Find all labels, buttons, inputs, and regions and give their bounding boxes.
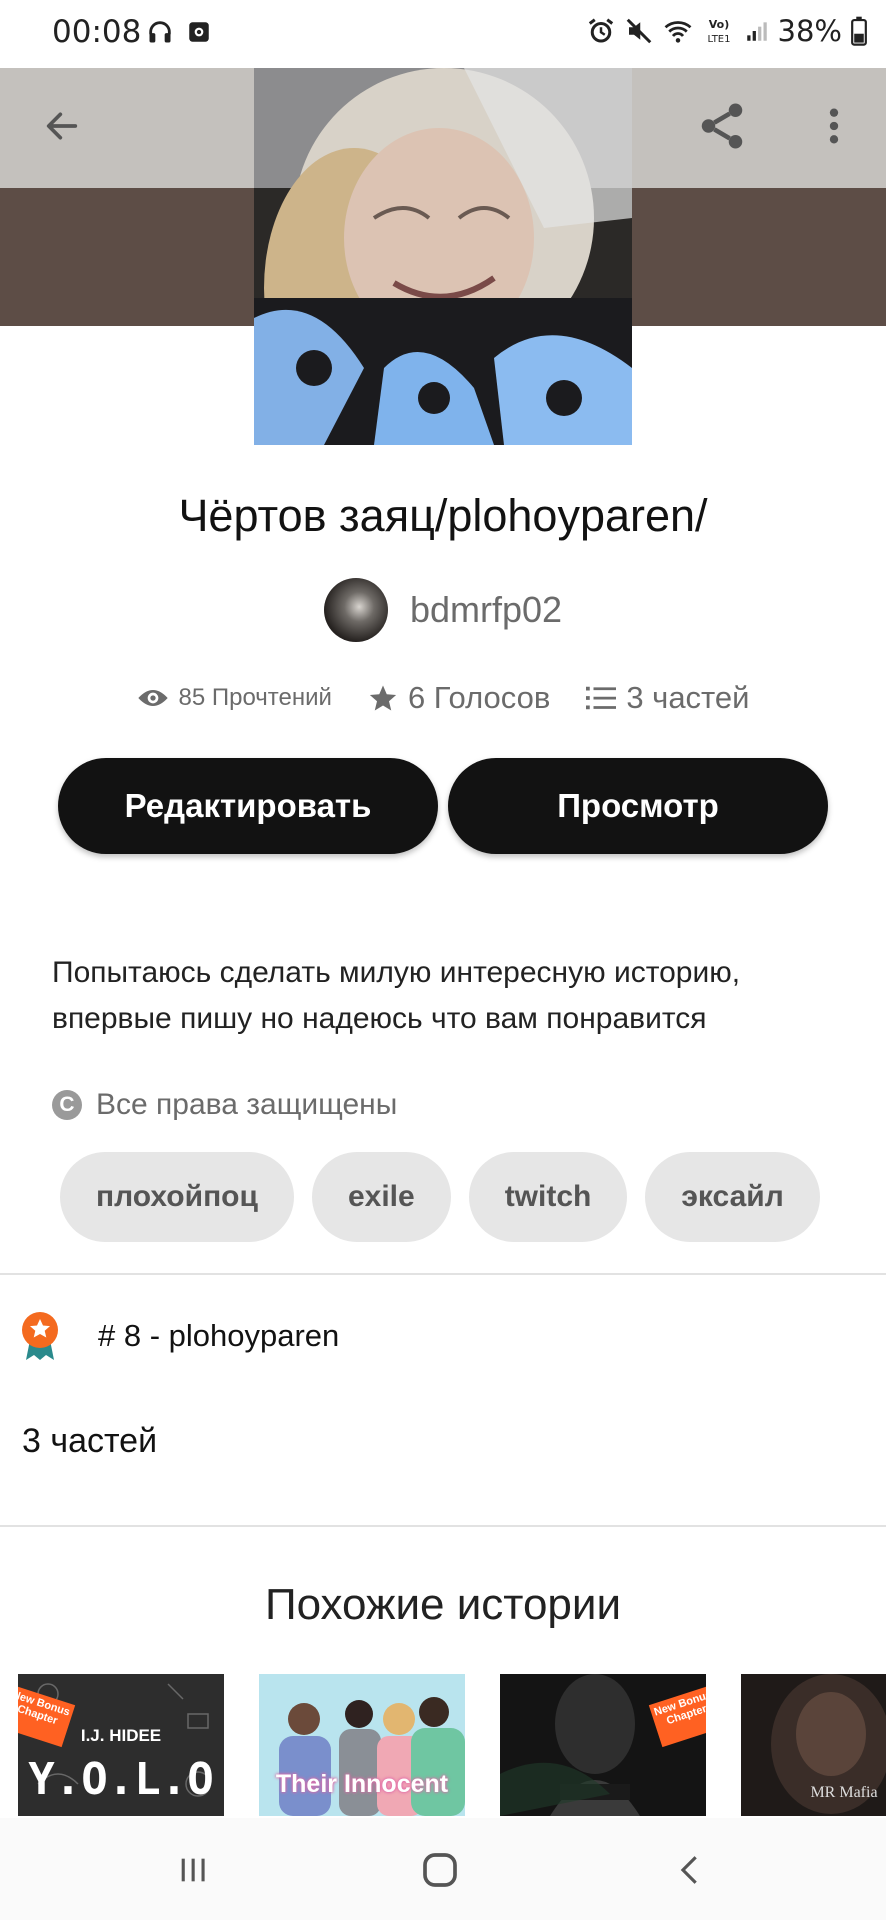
- media-icon: [189, 22, 209, 42]
- home-icon: [423, 1853, 457, 1887]
- book-title: Y.O.L.O: [28, 1754, 214, 1805]
- arrow-left-icon: [46, 112, 78, 140]
- list-icon: [586, 686, 617, 710]
- status-time: 00:08: [52, 14, 142, 50]
- headphones-icon: [149, 21, 171, 43]
- author-avatar[interactable]: [323, 578, 388, 642]
- signal-icon: [746, 22, 767, 41]
- back-nav-button[interactable]: [660, 1840, 720, 1900]
- similar-stories-heading: Похожие истории: [264, 1580, 622, 1629]
- ranking-text: # 8 - plohoyparen: [98, 1318, 340, 1353]
- wifi-icon: [664, 21, 691, 43]
- star-icon: [369, 685, 397, 711]
- parts-count-stat: 3 частей: [626, 680, 750, 715]
- similar-story-card[interactable]: I.J. HIDEE Y.O.L.O New Bonus Chapter: [18, 1674, 224, 1816]
- parts-section-label[interactable]: 3 частей: [22, 1422, 157, 1461]
- home-button[interactable]: [410, 1840, 470, 1900]
- share-icon: [701, 103, 743, 149]
- system-navigation-bar: [0, 1818, 886, 1920]
- eye-icon: [137, 690, 168, 706]
- battery-icon: [851, 16, 867, 46]
- tag-chip[interactable]: exile: [311, 1152, 451, 1242]
- ranking-badge-icon: [22, 1312, 58, 1360]
- action-buttons: Редактировать Просмотр: [58, 758, 828, 854]
- divider: [0, 1273, 886, 1275]
- copyright-row: C Все права защищены: [52, 1088, 397, 1122]
- author-row[interactable]: bdmrfp02: [0, 578, 886, 642]
- reads-stat: 85 Прочтений: [137, 684, 332, 712]
- similar-stories-list: I.J. HIDEE Y.O.L.O New Bonus Chapter The…: [18, 1674, 886, 1816]
- status-bar: 00:08 Vo) LTE1 38%: [0, 0, 886, 68]
- divider: [0, 1525, 886, 1527]
- story-stats: 85 Прочтений 6 Голосов 3 частей: [0, 680, 886, 716]
- svg-text:LTE1: LTE1: [707, 34, 730, 45]
- book-title: Their Innocent: [275, 1770, 449, 1798]
- svg-text:Vo): Vo): [708, 18, 729, 31]
- recent-apps-button[interactable]: [163, 1840, 223, 1900]
- story-title: Чёртов заяц/plohoyparen/: [178, 490, 708, 541]
- more-options-button[interactable]: [810, 100, 858, 152]
- preview-button[interactable]: Просмотр: [448, 758, 828, 854]
- parts-stat: 3 частей: [586, 680, 749, 716]
- battery-percent: 38%: [777, 14, 842, 48]
- similar-story-card[interactable]: MR Mafia: [741, 1674, 886, 1816]
- tag-list: плохойпоц exile twitch эксайл: [60, 1152, 886, 1242]
- tag-chip[interactable]: эксайл: [645, 1152, 820, 1242]
- tag-chip[interactable]: плохойпоц: [60, 1152, 294, 1242]
- share-button[interactable]: [694, 98, 750, 154]
- recents-icon: [181, 1858, 205, 1882]
- similar-story-card[interactable]: New Bonus Chapter: [500, 1674, 706, 1816]
- mute-icon: [626, 18, 651, 44]
- back-button[interactable]: [36, 100, 88, 152]
- tag-chip[interactable]: twitch: [468, 1152, 628, 1242]
- author-name[interactable]: bdmrfp02: [410, 589, 562, 631]
- votes-stat: 6 Голосов: [368, 680, 550, 716]
- votes-count: 6 Голосов: [407, 680, 551, 715]
- similar-story-card[interactable]: Their Innocent: [259, 1674, 465, 1816]
- reads-count: 85 Прочтений: [178, 684, 332, 711]
- more-vertical-icon: [829, 108, 839, 144]
- copyright-text: Все права защищены: [96, 1088, 398, 1121]
- book-title: MR Mafia: [810, 1784, 878, 1801]
- story-description: Попытаюсь сделать милую интересную истор…: [52, 956, 741, 1035]
- copyright-icon: C: [52, 1090, 82, 1120]
- volte-icon: Vo) LTE1: [707, 18, 730, 45]
- ranking-row[interactable]: # 8 - plohoyparen: [20, 1310, 339, 1362]
- alarm-icon: [588, 18, 613, 43]
- story-cover-image[interactable]: [254, 68, 632, 445]
- chevron-left-icon: [680, 1856, 697, 1884]
- edit-button[interactable]: Редактировать: [58, 758, 438, 854]
